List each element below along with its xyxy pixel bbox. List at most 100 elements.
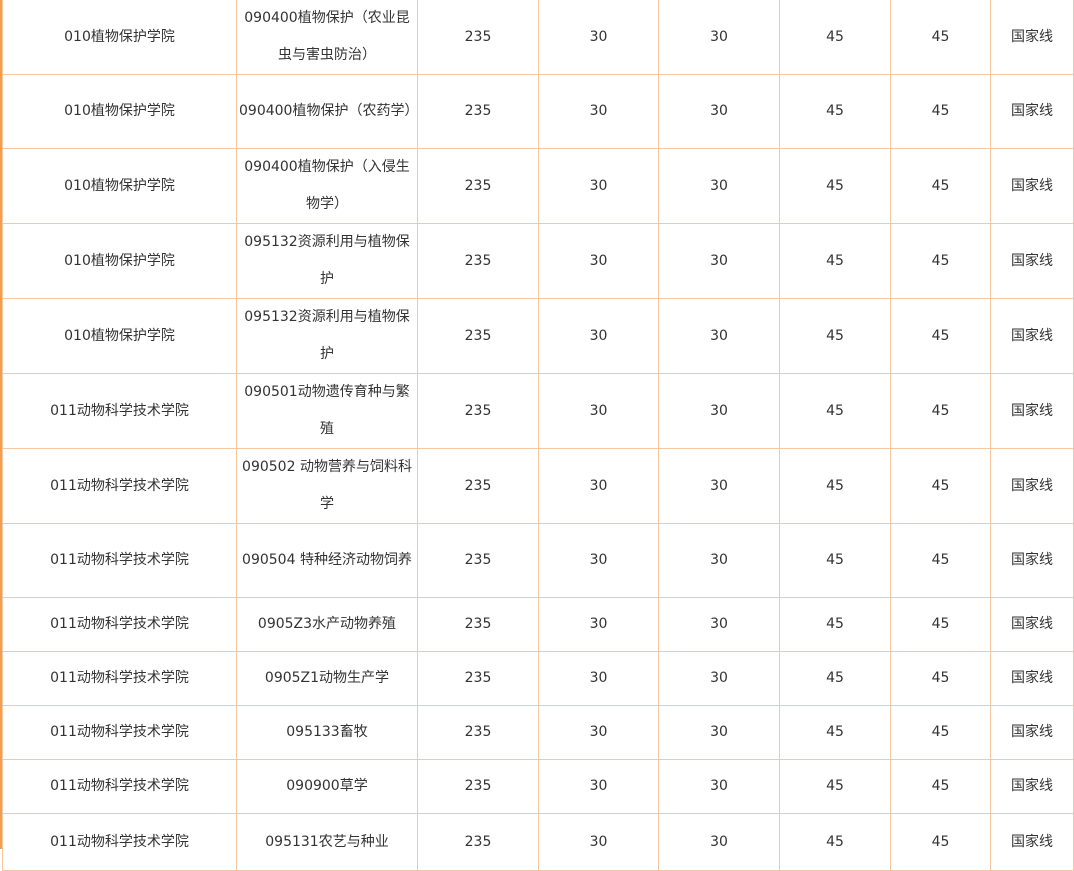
table-row: 011动物科学技术学院 090900草学 235 30 30 45 45 国家线 xyxy=(2,759,1074,814)
score-cell: 45 xyxy=(779,373,891,449)
score-cell: 45 xyxy=(890,148,991,224)
total-score-cell: 235 xyxy=(417,597,539,652)
line-type-cell: 国家线 xyxy=(990,223,1074,299)
major-cell: 090400植物保护（入侵生物学） xyxy=(236,148,418,224)
score-cell: 45 xyxy=(779,597,891,652)
major-cell: 090400植物保护（农业昆虫与害虫防治） xyxy=(236,0,418,75)
table-row: 010植物保护学院 095132资源利用与植物保护 235 30 30 45 4… xyxy=(2,298,1074,374)
total-score-cell: 235 xyxy=(417,74,539,149)
line-type-cell: 国家线 xyxy=(990,813,1074,871)
college-cell: 010植物保护学院 xyxy=(2,0,237,75)
college-cell: 011动物科学技术学院 xyxy=(2,813,237,871)
score-cell: 45 xyxy=(890,298,991,374)
line-type-cell: 国家线 xyxy=(990,298,1074,374)
major-cell: 095131农艺与种业 xyxy=(236,813,418,871)
score-cell: 30 xyxy=(538,523,659,598)
total-score-cell: 235 xyxy=(417,148,539,224)
college-cell: 010植物保护学院 xyxy=(2,148,237,224)
score-cell: 30 xyxy=(538,0,659,75)
score-cell: 45 xyxy=(890,0,991,75)
score-cell: 30 xyxy=(658,373,780,449)
major-cell: 095132资源利用与植物保护 xyxy=(236,223,418,299)
score-cell: 30 xyxy=(538,373,659,449)
college-cell: 010植物保护学院 xyxy=(2,298,237,374)
major-cell: 090502 动物营养与饲料科学 xyxy=(236,448,418,524)
college-cell: 011动物科学技术学院 xyxy=(2,523,237,598)
major-cell: 095133畜牧 xyxy=(236,705,418,760)
total-score-cell: 235 xyxy=(417,813,539,871)
major-cell: 090400植物保护（农药学） xyxy=(236,74,418,149)
score-cell: 30 xyxy=(658,448,780,524)
table-row: 011动物科学技术学院 090504 特种经济动物饲养 235 30 30 45… xyxy=(2,523,1074,598)
score-cell: 45 xyxy=(890,705,991,760)
total-score-cell: 235 xyxy=(417,523,539,598)
total-score-cell: 235 xyxy=(417,759,539,814)
score-cell: 45 xyxy=(890,813,991,871)
line-type-cell: 国家线 xyxy=(990,759,1074,814)
line-type-cell: 国家线 xyxy=(990,523,1074,598)
table-row: 010植物保护学院 095132资源利用与植物保护 235 30 30 45 4… xyxy=(2,223,1074,299)
total-score-cell: 235 xyxy=(417,651,539,706)
score-cell: 45 xyxy=(779,0,891,75)
score-cell: 30 xyxy=(658,74,780,149)
score-cell: 30 xyxy=(658,0,780,75)
table-row: 010植物保护学院 090400植物保护（农业昆虫与害虫防治） 235 30 3… xyxy=(2,0,1074,75)
major-cell: 090900草学 xyxy=(236,759,418,814)
score-cell: 45 xyxy=(779,705,891,760)
college-cell: 011动物科学技术学院 xyxy=(2,759,237,814)
total-score-cell: 235 xyxy=(417,448,539,524)
score-cell: 45 xyxy=(890,651,991,706)
score-cell: 30 xyxy=(538,148,659,224)
major-cell: 0905Z1动物生产学 xyxy=(236,651,418,706)
score-cell: 45 xyxy=(890,223,991,299)
college-cell: 010植物保护学院 xyxy=(2,74,237,149)
score-cell: 45 xyxy=(779,759,891,814)
major-cell: 090504 特种经济动物饲养 xyxy=(236,523,418,598)
college-cell: 010植物保护学院 xyxy=(2,223,237,299)
table-row: 011动物科学技术学院 090501动物遗传育种与繁殖 235 30 30 45… xyxy=(2,373,1074,449)
score-cell: 45 xyxy=(779,148,891,224)
score-cell: 45 xyxy=(890,373,991,449)
score-cell: 30 xyxy=(658,597,780,652)
score-cell: 45 xyxy=(779,651,891,706)
total-score-cell: 235 xyxy=(417,0,539,75)
score-cell: 30 xyxy=(658,813,780,871)
line-type-cell: 国家线 xyxy=(990,373,1074,449)
score-line-table: 010植物保护学院 090400植物保护（农业昆虫与害虫防治） 235 30 3… xyxy=(2,0,1074,871)
score-cell: 30 xyxy=(538,298,659,374)
total-score-cell: 235 xyxy=(417,298,539,374)
major-cell: 0905Z3水产动物养殖 xyxy=(236,597,418,652)
score-cell: 30 xyxy=(658,148,780,224)
line-type-cell: 国家线 xyxy=(990,0,1074,75)
score-cell: 30 xyxy=(658,523,780,598)
college-cell: 011动物科学技术学院 xyxy=(2,373,237,449)
table-row: 010植物保护学院 090400植物保护（农药学） 235 30 30 45 4… xyxy=(2,74,1074,149)
table-row: 011动物科学技术学院 090502 动物营养与饲料科学 235 30 30 4… xyxy=(2,448,1074,524)
score-cell: 45 xyxy=(890,448,991,524)
total-score-cell: 235 xyxy=(417,705,539,760)
score-cell: 30 xyxy=(538,448,659,524)
college-cell: 011动物科学技术学院 xyxy=(2,651,237,706)
line-type-cell: 国家线 xyxy=(990,705,1074,760)
score-cell: 30 xyxy=(658,223,780,299)
score-cell: 30 xyxy=(538,651,659,706)
score-cell: 30 xyxy=(538,223,659,299)
score-cell: 45 xyxy=(779,223,891,299)
score-cell: 45 xyxy=(890,759,991,814)
score-cell: 30 xyxy=(538,597,659,652)
score-cell: 30 xyxy=(658,651,780,706)
line-type-cell: 国家线 xyxy=(990,597,1074,652)
score-cell: 45 xyxy=(779,448,891,524)
score-cell: 45 xyxy=(890,74,991,149)
line-type-cell: 国家线 xyxy=(990,448,1074,524)
score-cell: 45 xyxy=(779,813,891,871)
table-row: 011动物科学技术学院 0905Z3水产动物养殖 235 30 30 45 45… xyxy=(2,597,1074,652)
score-cell: 45 xyxy=(890,597,991,652)
college-cell: 011动物科学技术学院 xyxy=(2,705,237,760)
score-cell: 45 xyxy=(779,298,891,374)
score-cell: 45 xyxy=(779,523,891,598)
score-cell: 45 xyxy=(779,74,891,149)
line-type-cell: 国家线 xyxy=(990,148,1074,224)
line-type-cell: 国家线 xyxy=(990,651,1074,706)
total-score-cell: 235 xyxy=(417,373,539,449)
